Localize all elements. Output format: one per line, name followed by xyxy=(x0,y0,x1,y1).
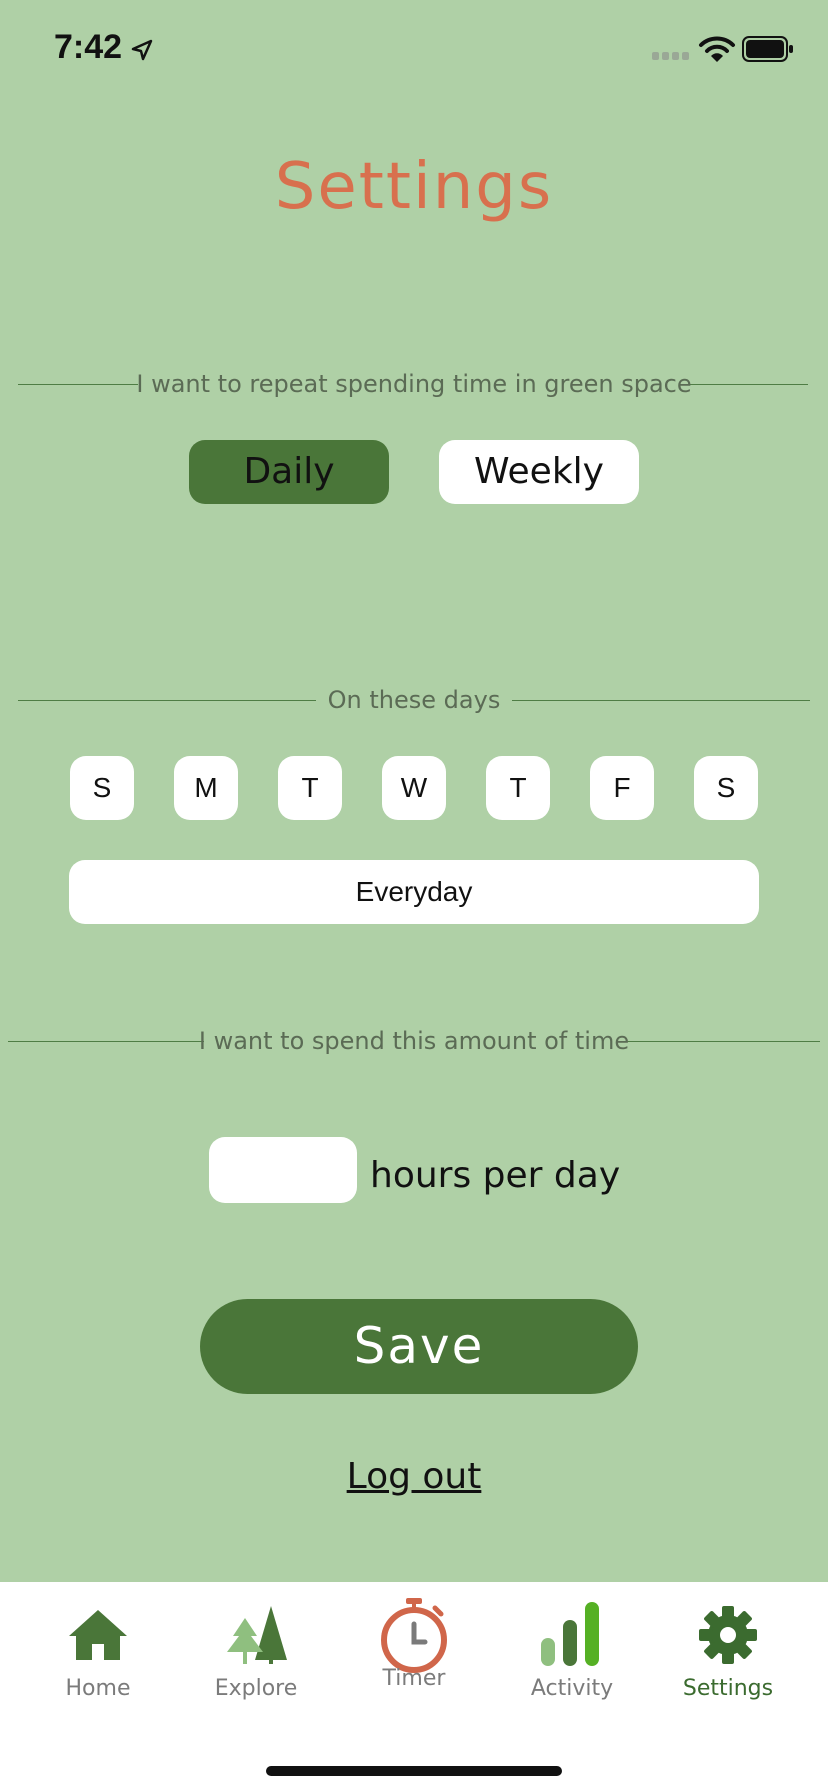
page-title: Settings xyxy=(274,150,554,224)
everyday-button[interactable]: Everyday xyxy=(69,860,759,924)
days-section-label: On these days xyxy=(327,686,501,714)
stopwatch-icon xyxy=(381,1598,447,1673)
day-button-sunday[interactable]: S xyxy=(70,756,134,820)
repeat-section-label: I want to repeat spending time in green … xyxy=(136,370,692,398)
day-button-thursday[interactable]: T xyxy=(486,756,550,820)
tab-activity[interactable]: Activity xyxy=(502,1602,642,1724)
days-section-divider: On these days xyxy=(0,680,828,720)
tab-timer-label: Timer xyxy=(382,1666,446,1691)
day-button-friday[interactable]: F xyxy=(590,756,654,820)
repeat-section-divider: I want to repeat spending time in green … xyxy=(0,364,828,404)
day-button-wednesday[interactable]: W xyxy=(382,756,446,820)
tab-home-label: Home xyxy=(65,1676,131,1701)
weekly-button[interactable]: Weekly xyxy=(439,440,639,504)
wifi-icon xyxy=(699,36,735,62)
cellular-signal-icon xyxy=(652,52,689,60)
day-button-tuesday[interactable]: T xyxy=(278,756,342,820)
tab-settings-label: Settings xyxy=(682,1676,774,1701)
location-arrow-icon xyxy=(131,39,153,61)
tab-explore[interactable]: Explore xyxy=(186,1604,326,1724)
tab-bar: Home Explore Timer Activity Settings xyxy=(0,1582,828,1792)
hours-input[interactable] xyxy=(209,1137,357,1203)
day-button-saturday[interactable]: S xyxy=(694,756,758,820)
time-section-divider: I want to spend this amount of time xyxy=(0,1021,828,1061)
day-button-monday[interactable]: M xyxy=(174,756,238,820)
tab-settings[interactable]: Settings xyxy=(658,1604,798,1724)
hours-unit-label: hours per day xyxy=(370,1155,621,1196)
time-section-label: I want to spend this amount of time xyxy=(198,1027,630,1055)
gear-icon xyxy=(699,1606,757,1664)
save-button[interactable]: Save xyxy=(200,1299,638,1394)
trees-icon xyxy=(227,1606,287,1664)
home-indicator[interactable] xyxy=(266,1766,562,1776)
bar-chart-icon xyxy=(541,1602,599,1666)
status-time: 7:42 xyxy=(54,28,123,66)
tab-activity-label: Activity xyxy=(530,1676,614,1701)
daily-button[interactable]: Daily xyxy=(189,440,389,504)
tab-explore-label: Explore xyxy=(214,1676,298,1701)
tab-home[interactable]: Home xyxy=(28,1604,168,1724)
tab-timer[interactable]: Timer xyxy=(344,1598,484,1724)
logout-link[interactable]: Log out xyxy=(0,1456,828,1497)
battery-icon xyxy=(742,36,793,62)
home-icon xyxy=(69,1610,127,1660)
